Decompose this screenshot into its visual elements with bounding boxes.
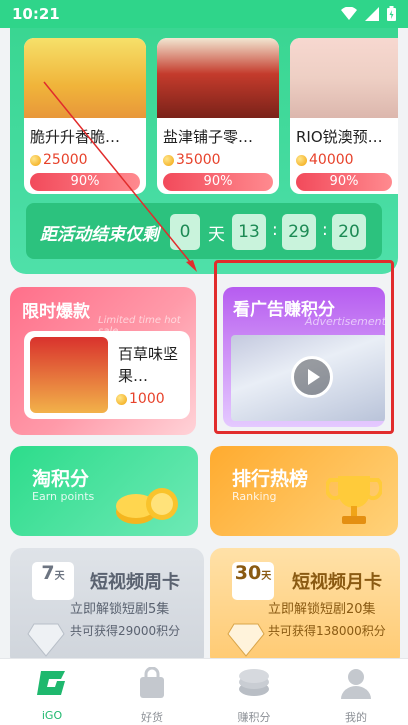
countdown-label: 距活动结束仅剩 (40, 225, 159, 245)
coin-icon (116, 393, 127, 405)
weekly-pass-points: 共可获得29000积分 (70, 624, 181, 638)
product-image (30, 337, 108, 413)
product-name: 百草味坚果… (118, 345, 179, 385)
countdown-banner: 距活动结束仅剩 0 天 13 : 29 : 20 (26, 203, 382, 259)
monthly-pass-title: 短视频月卡 (292, 572, 382, 593)
product-name: 脆升升香脆… (30, 128, 121, 146)
weekly-pass-desc: 立即解锁短剧5集 (70, 602, 170, 617)
coin-icon (30, 154, 41, 166)
tab-goods[interactable]: 好货 (112, 666, 192, 725)
coin-icon (296, 154, 307, 166)
flash-sale-product[interactable]: 百草味坚果… 1000 (24, 331, 190, 419)
watch-ad-highlight: 看广告赚积分 Advertisement (214, 260, 394, 434)
watch-ad-subtitle: Advertisement (305, 315, 385, 328)
watch-ad-card[interactable]: 看广告赚积分 Advertisement (223, 287, 385, 427)
product-price: 40000 (296, 152, 392, 168)
ad-video-thumbnail[interactable] (231, 335, 385, 421)
product-image (157, 38, 279, 118)
earn-points-tile[interactable]: 淘积分 Earn points (10, 446, 198, 536)
bottom-tab-bar: iGO 好货 赚积分 我的 (0, 658, 408, 725)
product-name: RIO锐澳预… (296, 128, 383, 146)
product-price: 25000 (30, 152, 140, 168)
status-icons (341, 6, 396, 21)
progress-bar: 90% (30, 173, 140, 191)
status-time: 10:21 (12, 5, 60, 23)
coin-icon (163, 154, 174, 166)
countdown-days: 0 (170, 214, 200, 250)
monthly-pass-card[interactable]: 30天 短视频月卡 立即解锁短剧20集 共可获得138000积分 (210, 548, 400, 668)
tab-igo[interactable]: iGO (12, 667, 92, 722)
monthly-pass-desc: 立即解锁短剧20集 (268, 602, 376, 617)
status-bar: 10:21 (0, 0, 408, 28)
ranking-tile[interactable]: 排行热榜 Ranking (210, 446, 398, 536)
flash-sale-card[interactable]: 限时爆款 Limited time hot sale 百草味坚果… 1000 (10, 287, 196, 435)
trophy-icon (326, 476, 382, 524)
signal-icon (365, 6, 379, 21)
progress-bar: 90% (296, 173, 392, 191)
weekly-pass-title: 短视频周卡 (90, 572, 180, 593)
countdown-hours: 13 (232, 214, 266, 250)
progress-bar: 90% (163, 173, 273, 191)
weekly-pass-card[interactable]: 7天 短视频周卡 立即解锁短剧5集 共可获得29000积分 (10, 548, 204, 668)
monthly-pass-points: 共可获得138000积分 (268, 624, 386, 638)
gold-coins-icon (116, 488, 178, 524)
play-icon[interactable] (291, 356, 333, 398)
ranking-subtitle: Ranking (232, 490, 277, 503)
ranking-title: 排行热榜 (232, 468, 309, 490)
product-card[interactable]: 盐津铺子零… 35000 90% (157, 38, 279, 194)
battery-icon (387, 6, 396, 21)
time-separator: : (272, 220, 278, 240)
time-separator: : (322, 220, 328, 240)
days-badge: 30天 (232, 562, 274, 600)
countdown-minutes: 29 (282, 214, 316, 250)
product-image (290, 38, 398, 118)
days-badge: 7天 (32, 562, 74, 600)
product-price: 35000 (163, 152, 273, 168)
product-name: 盐津铺子零… (163, 128, 254, 146)
coin-stack-icon (239, 669, 269, 696)
day-unit: 天 (208, 225, 225, 245)
diamond-icon (227, 623, 265, 657)
igo-logo-icon (37, 671, 65, 695)
product-image (24, 38, 146, 118)
earn-points-title: 淘积分 (32, 468, 90, 490)
tab-mine[interactable]: 我的 (316, 667, 396, 725)
user-icon (341, 669, 371, 699)
wifi-icon (341, 6, 357, 20)
product-card[interactable]: RIO锐澳预… 40000 90% (290, 38, 398, 194)
shopping-bag-icon (140, 666, 164, 698)
product-card[interactable]: 脆升升香脆… 25000 90% (24, 38, 146, 194)
countdown-seconds: 20 (332, 214, 366, 250)
product-price: 1000 (116, 391, 165, 407)
earn-points-subtitle: Earn points (32, 490, 95, 503)
tab-earn-points[interactable]: 赚积分 (214, 667, 294, 725)
flash-sale-title: 限时爆款 (22, 302, 90, 322)
diamond-icon (27, 623, 65, 657)
